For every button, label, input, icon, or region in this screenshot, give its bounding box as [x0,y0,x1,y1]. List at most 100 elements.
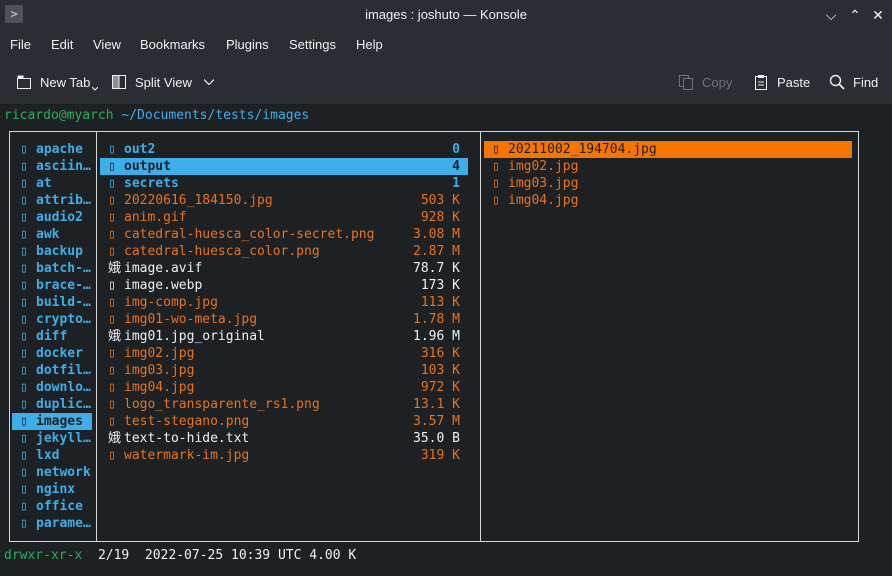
list-item[interactable]: ▯ lxd [12,447,92,464]
column-divider [480,132,481,541]
paste-button[interactable]: Paste [753,72,810,92]
split-view-button[interactable]: Split View [111,72,214,92]
file-size: 972 K [420,380,460,395]
close-icon[interactable]: ✕ [869,6,887,24]
table-row[interactable]: ▯ 20220616_184150.jpg 503 K [100,192,468,209]
file-size: 78.7 K [413,261,460,276]
preview-item-label: img03.jpg [508,176,579,191]
table-row[interactable]: ▯ out2 0 [100,141,468,158]
menu-help[interactable]: Help [356,37,383,52]
maximize-chevron-icon[interactable]: ⌃ [846,6,864,24]
folder-icon: ▯ [20,227,28,242]
list-item[interactable]: ▯ crypto… [12,311,92,328]
preview-item-label: 20211002_194704.jpg [508,142,657,157]
list-item-label: downlo… [36,380,91,395]
folder-icon: ▯ [20,329,28,344]
file-name: img01-wo-meta.jpg [124,312,258,327]
table-row[interactable]: ▯ secrets 1 [100,175,468,192]
file-icon: ▯ [108,397,116,412]
list-item-label: parame… [36,516,91,531]
table-row[interactable]: 娥 img01.jpg_original 1.96 M [100,328,468,345]
list-item[interactable]: ▯ downlo… [12,379,92,396]
file-name: image.avif [124,261,203,276]
menu-bookmarks[interactable]: Bookmarks [140,37,205,52]
find-button[interactable]: Find [829,72,878,92]
list-item[interactable]: ▯ duplic… [12,396,92,413]
list-item-label: images [36,414,83,429]
table-row[interactable]: ▯ img-comp.jpg 113 K [100,294,468,311]
table-row[interactable]: ▯ catedral-huesca_color-secret.png 3.08 M [100,226,468,243]
folder-icon: ▯ [20,363,28,378]
preview-item[interactable]: ▯ img02.jpg [484,158,852,175]
file-icon: ▯ [108,278,116,293]
paste-icon [755,75,767,90]
table-row[interactable]: ▯ img01-wo-meta.jpg 1.78 M [100,311,468,328]
list-item[interactable]: ▯ apache [12,141,92,158]
folder-icon: ▯ [20,346,28,361]
list-item[interactable]: ▯ batch-… [12,260,92,277]
preview-item[interactable]: ▯ img04.jpg [484,192,852,209]
file-size: 103 K [420,363,460,378]
table-row[interactable]: ▯ watermark-im.jpg 319 K [100,447,468,464]
file-size: 4 [452,159,460,174]
list-item[interactable]: ▯ parame… [12,515,92,532]
title-bar: > images : joshuto — Konsole ⌵ ⌃ ✕ [0,0,892,30]
folder-icon: ▯ [20,465,28,480]
table-row[interactable]: 娥 text-to-hide.txt 35.0 B [100,430,468,447]
list-item[interactable]: ▯ asciin… [12,158,92,175]
table-row[interactable]: ▯ img03.jpg 103 K [100,362,468,379]
list-item-label: at [36,176,52,191]
table-row[interactable]: ▯ test-stegano.png 3.57 M [100,413,468,430]
list-item[interactable]: ▯ attrib… [12,192,92,209]
list-item[interactable]: ▯ images [12,413,92,430]
list-item[interactable]: ▯ diff [12,328,92,345]
list-item[interactable]: ▯ awk [12,226,92,243]
list-item-label: jekyll… [36,431,91,446]
table-row[interactable]: ▯ img02.jpg 316 K [100,345,468,362]
list-item[interactable]: ▯ dotfil… [12,362,92,379]
folder-icon: ▯ [20,482,28,497]
file-name: watermark-im.jpg [124,448,250,463]
status-datetime: 2022-07-25 10:39 UTC [144,548,302,563]
menu-edit[interactable]: Edit [51,37,73,52]
menu-view[interactable]: View [93,37,121,52]
new-tab-button[interactable]: New Tab [16,72,99,92]
chevron-down-icon[interactable] [203,79,214,85]
dropdown-arrow-icon[interactable] [92,86,99,92]
menu-bar: File Edit View Bookmarks Plugins Setting… [0,30,892,58]
list-item[interactable]: ▯ audio2 [12,209,92,226]
list-item[interactable]: ▯ build-… [12,294,92,311]
preview-item[interactable]: ▯ img03.jpg [484,175,852,192]
list-item[interactable]: ▯ nginx [12,481,92,498]
preview-item-label: img02.jpg [508,159,579,174]
list-item[interactable]: ▯ docker [12,345,92,362]
table-row[interactable]: ▯ anim.gif 928 K [100,209,468,226]
file-icon: 娥 [108,329,122,344]
list-item[interactable]: ▯ network [12,464,92,481]
folder-icon: ▯ [20,516,28,531]
table-row[interactable]: ▯ image.webp 173 K [100,277,468,294]
list-item[interactable]: ▯ brace-… [12,277,92,294]
list-item[interactable]: ▯ office [12,498,92,515]
file-name: output [124,159,171,174]
table-row[interactable]: ▯ logo_transparente_rs1.png 13.1 K [100,396,468,413]
minimize-chevron-icon[interactable]: ⌵ [822,6,840,24]
preview-item[interactable]: ▯ 20211002_194704.jpg [484,141,852,158]
table-row[interactable]: ▯ output 4 [100,158,468,175]
table-row[interactable]: ▯ catedral-huesca_color.png 2.87 M [100,243,468,260]
terminal-area[interactable]: ricardo@myarch ~/Documents/tests/images … [0,105,892,576]
list-item[interactable]: ▯ backup [12,243,92,260]
table-row[interactable]: 娥 image.avif 78.7 K [100,260,468,277]
folder-icon: ▯ [20,414,28,429]
menu-plugins[interactable]: Plugins [226,37,269,52]
list-item[interactable]: ▯ at [12,175,92,192]
file-icon: ▯ [108,295,116,310]
prompt-user: ricardo@myarch [4,108,114,123]
menu-file[interactable]: File [10,37,31,52]
copy-button[interactable]: Copy [678,72,732,92]
folder-icon: ▯ [20,380,28,395]
menu-settings[interactable]: Settings [289,37,336,52]
list-item[interactable]: ▯ jekyll… [12,430,92,447]
table-row[interactable]: ▯ img04.jpg 972 K [100,379,468,396]
list-item-label: asciin… [36,159,91,174]
